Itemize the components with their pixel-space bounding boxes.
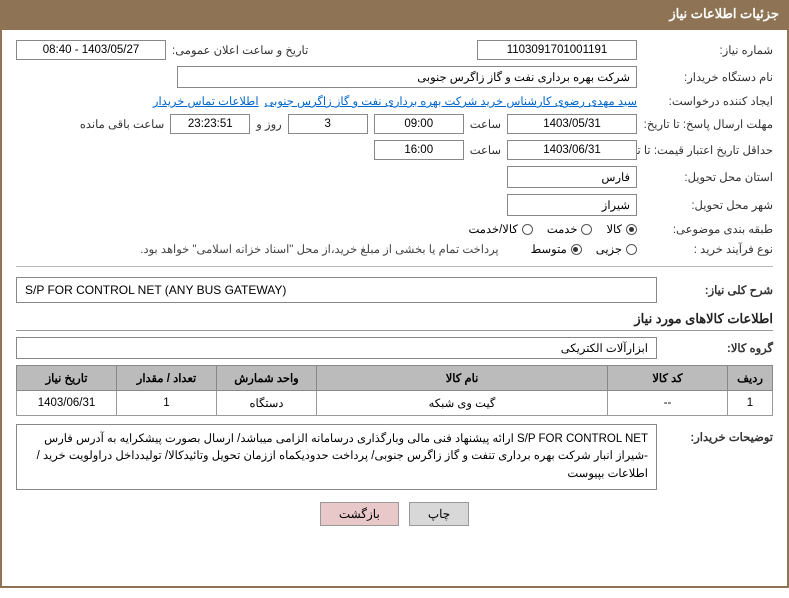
radio-icon <box>581 224 592 235</box>
th-date: تاریخ نیاز <box>17 366 117 391</box>
th-code: کد کالا <box>608 366 728 391</box>
td-name: گیت وی شبکه <box>317 391 608 416</box>
reply-time-field: 09:00 <box>374 114 464 134</box>
buyer-notes-field: S/P FOR CONTROL NET ارائه پیشنهاد فنی ما… <box>16 424 657 490</box>
announce-label: تاریخ و ساعت اعلان عمومی: <box>172 43 308 57</box>
button-bar: چاپ بازگشت <box>16 502 773 526</box>
time-label-2: ساعت <box>470 143 501 157</box>
radio-icon <box>626 244 637 255</box>
province-label: استان محل تحویل: <box>643 170 773 184</box>
category-radio-group: کالا خدمت کالا/خدمت <box>469 222 638 236</box>
reply-date-field: 1403/05/31 <box>507 114 637 134</box>
requester-link[interactable]: سید مهدی رضوی کارشناس خرید شرکت بهره برد… <box>265 94 637 108</box>
th-row: ردیف <box>728 366 773 391</box>
need-number-label: شماره نیاز: <box>643 43 773 57</box>
print-button[interactable]: چاپ <box>409 502 469 526</box>
group-label: گروه کالا: <box>663 341 773 355</box>
th-name: نام کالا <box>317 366 608 391</box>
validity-date-field: 1403/06/31 <box>507 140 637 160</box>
need-number-field: 1103091701001191 <box>477 40 637 60</box>
main-form: شماره نیاز: 1103091701001191 تاریخ و ساع… <box>0 28 789 588</box>
page-title: جزئیات اطلاعات نیاز <box>0 0 789 28</box>
radio-icon <box>626 224 637 235</box>
validity-label: حداقل تاریخ اعتبار قیمت: تا تاریخ: <box>643 143 773 157</box>
back-button[interactable]: بازگشت <box>320 502 399 526</box>
days-and-label: روز و <box>256 117 281 131</box>
announce-field: 1403/05/27 - 08:40 <box>16 40 166 60</box>
province-field: فارس <box>507 166 637 188</box>
radio-medium-label: متوسط <box>531 242 567 256</box>
items-table: ردیف کد کالا نام کالا واحد شمارش تعداد /… <box>16 365 773 416</box>
category-label: طبقه بندی موضوعی: <box>643 222 773 236</box>
radio-partial[interactable]: جزیی <box>596 242 637 256</box>
days-field: 3 <box>288 114 368 134</box>
radio-partial-label: جزیی <box>596 242 622 256</box>
td-row: 1 <box>728 391 773 416</box>
radio-kala-khadamat-label: کالا/خدمت <box>469 222 518 236</box>
buyer-org-label: نام دستگاه خریدار: <box>643 70 773 84</box>
purchase-type-label: نوع فرآیند خرید : <box>643 242 773 256</box>
city-label: شهر محل تحویل: <box>643 198 773 212</box>
desc-label: شرح کلی نیاز: <box>663 283 773 297</box>
validity-time-field: 16:00 <box>374 140 464 160</box>
th-unit: واحد شمارش <box>217 366 317 391</box>
remaining-label: ساعت باقی مانده <box>80 117 164 131</box>
purchase-type-radio-group: جزیی متوسط <box>531 242 637 256</box>
time-label-1: ساعت <box>470 117 501 131</box>
radio-icon <box>522 224 533 235</box>
td-unit: دستگاه <box>217 391 317 416</box>
th-qty: تعداد / مقدار <box>117 366 217 391</box>
countdown-field: 23:23:51 <box>170 114 250 134</box>
desc-field: S/P FOR CONTROL NET (ANY BUS GATEWAY) <box>16 277 657 303</box>
radio-kala[interactable]: کالا <box>606 222 637 236</box>
radio-khadamat-label: خدمت <box>547 222 578 236</box>
radio-kala-khadamat[interactable]: کالا/خدمت <box>469 222 533 236</box>
divider <box>16 266 773 267</box>
radio-kala-label: کالا <box>606 222 622 236</box>
td-code: -- <box>608 391 728 416</box>
table-row: 1 -- گیت وی شبکه دستگاه 1 1403/06/31 <box>17 391 773 416</box>
buyer-org-field: شرکت بهره برداری نفت و گاز زاگرس جنوبی <box>177 66 637 88</box>
payment-note: پرداخت تمام یا بخشی از مبلغ خرید،از محل … <box>140 242 498 256</box>
buyer-contact-link[interactable]: اطلاعات تماس خریدار <box>153 94 259 108</box>
group-field: ابزارآلات الکتریکی <box>16 337 657 359</box>
td-date: 1403/06/31 <box>17 391 117 416</box>
reply-deadline-label: مهلت ارسال پاسخ: تا تاریخ: <box>643 117 773 131</box>
radio-khadamat[interactable]: خدمت <box>547 222 593 236</box>
buyer-notes-label: توضیحات خریدار: <box>663 424 773 444</box>
td-qty: 1 <box>117 391 217 416</box>
requester-label: ایجاد کننده درخواست: <box>643 94 773 108</box>
city-field: شیراز <box>507 194 637 216</box>
items-section-title: اطلاعات کالاهای مورد نیاز <box>16 311 773 331</box>
radio-icon <box>571 244 582 255</box>
radio-medium[interactable]: متوسط <box>531 242 582 256</box>
